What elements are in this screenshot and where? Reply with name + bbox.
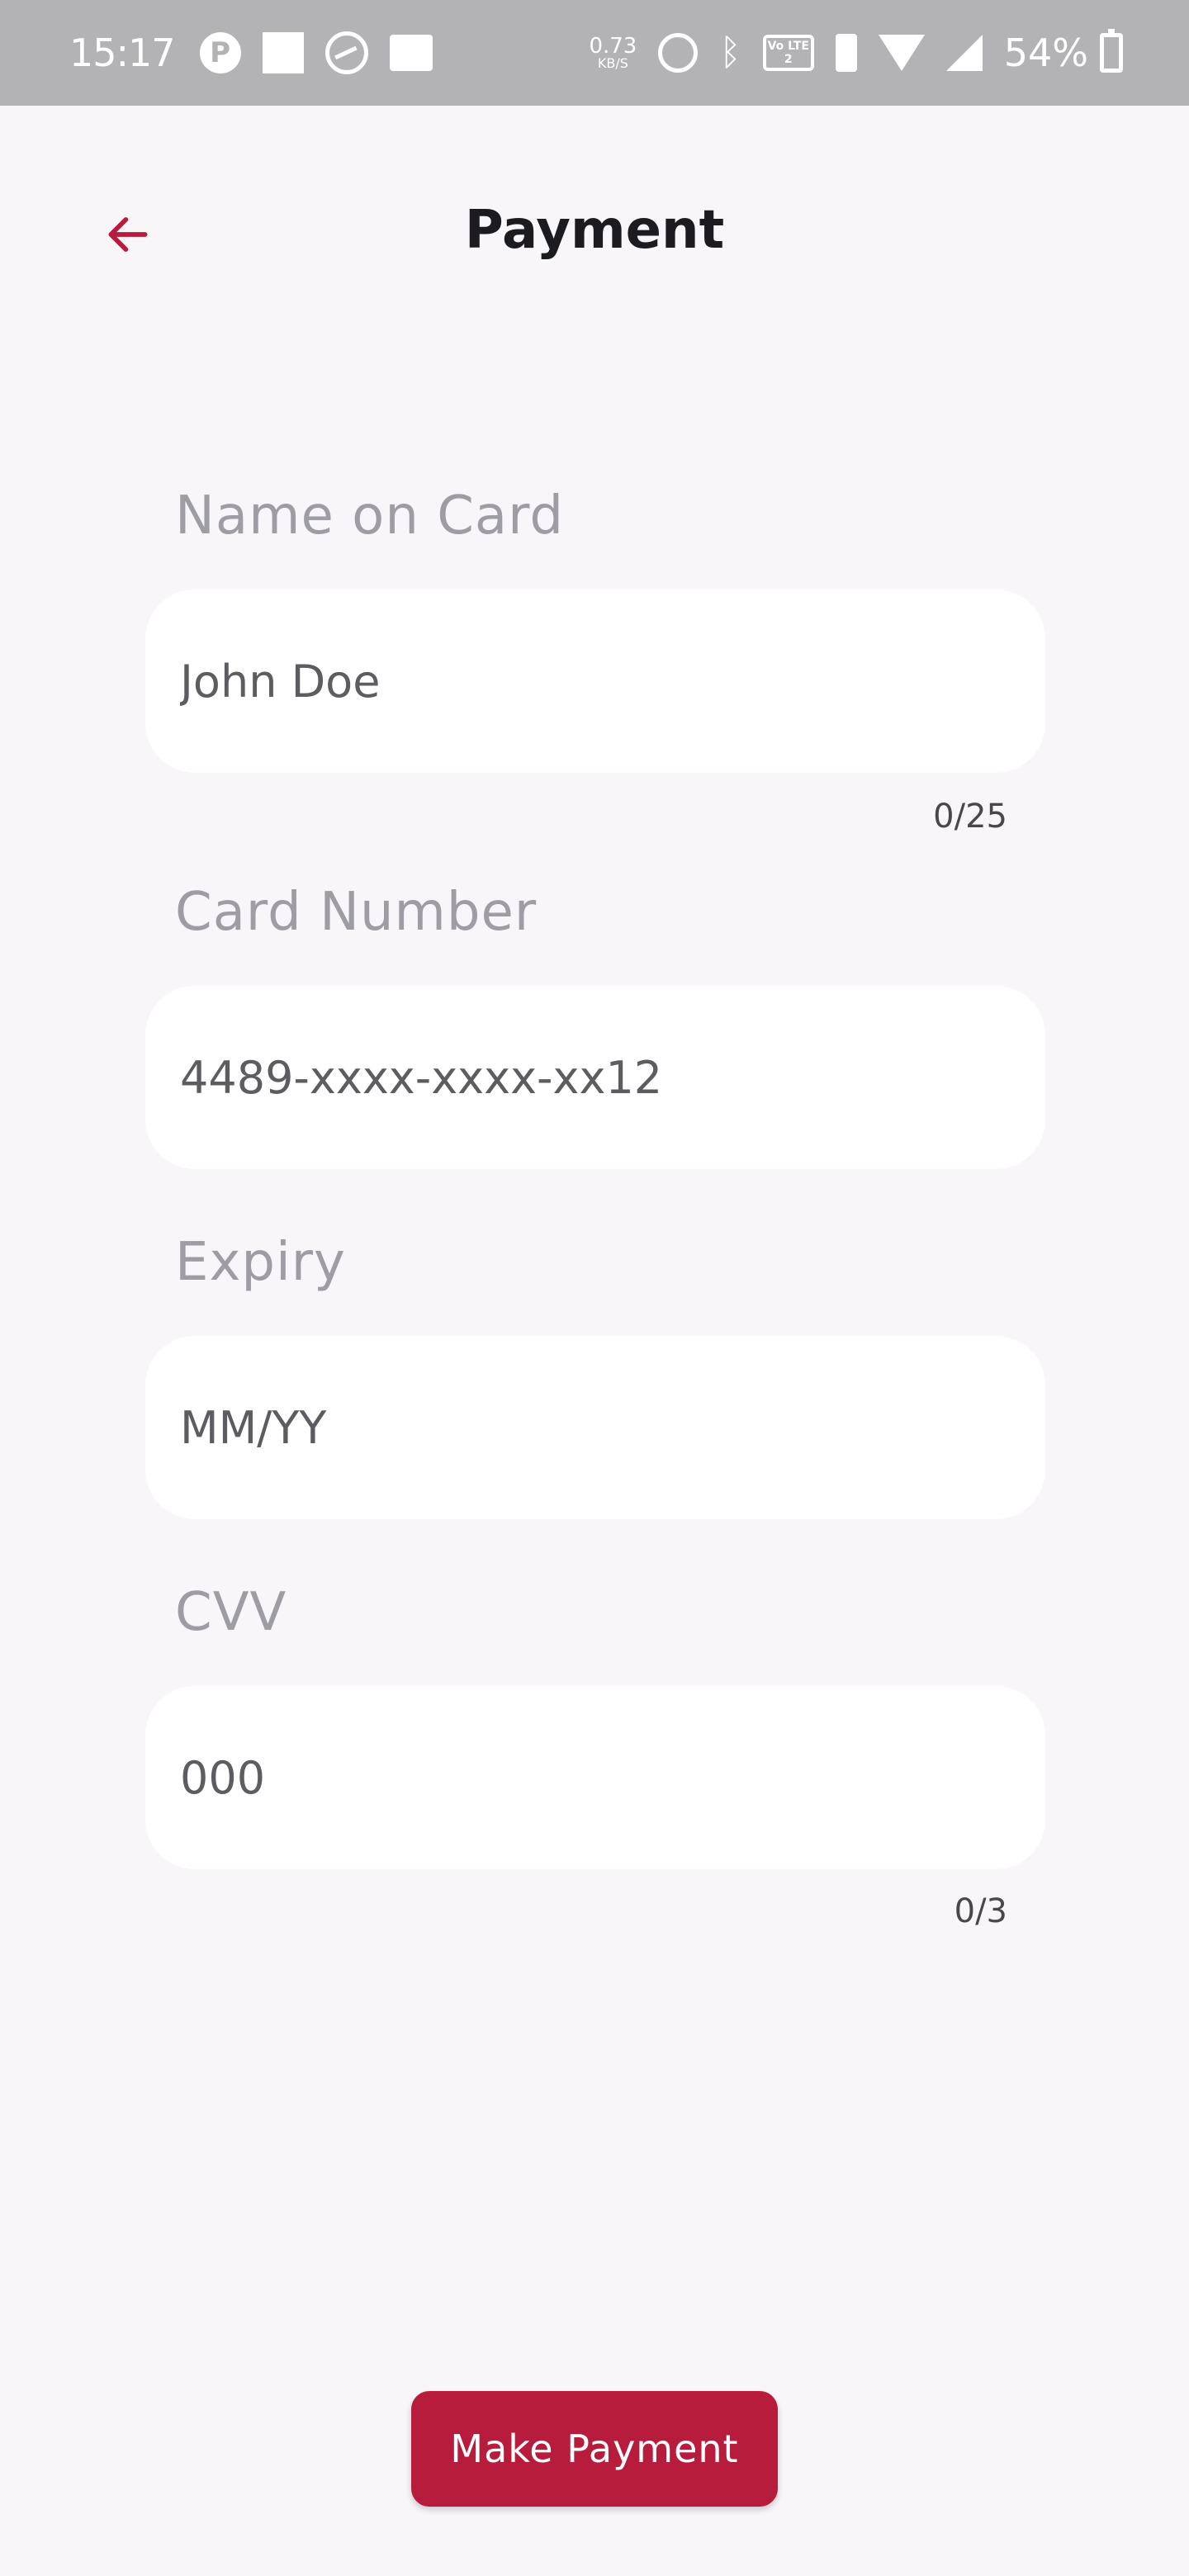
expiry-input[interactable]: [145, 1336, 1045, 1519]
expiry-label: Expiry: [175, 1232, 346, 1293]
name-on-card-label: Name on Card: [175, 485, 564, 547]
card-number-label: Card Number: [175, 882, 538, 943]
cvv-label: CVV: [175, 1582, 287, 1643]
net-speed: 0.73 KB/S: [589, 36, 637, 70]
app-notification-icon: P: [199, 32, 241, 73]
status-bar: 15:17 P 0.73 KB/S ᛒ Vo LTE 2 54%: [0, 0, 1189, 106]
make-payment-button[interactable]: Make Payment: [411, 2391, 778, 2507]
status-time: 15:17: [69, 31, 176, 75]
bluetooth-icon: ᛒ: [719, 31, 741, 73]
status-bar-right: 0.73 KB/S ᛒ Vo LTE 2 54%: [589, 29, 1123, 75]
name-on-card-input[interactable]: [145, 590, 1045, 773]
alarm-icon: [658, 33, 699, 73]
volte-icon: Vo LTE 2: [762, 35, 814, 71]
wifi-icon: [878, 35, 925, 71]
status-bar-left: 15:17 P: [69, 31, 454, 75]
card-number-input[interactable]: [145, 986, 1045, 1169]
name-char-counter: 0/25: [933, 798, 1007, 836]
vibrate-icon: [835, 34, 857, 72]
battery-percent: 54%: [1003, 31, 1088, 75]
chart-icon: [324, 31, 368, 74]
page-title: Payment: [464, 200, 725, 261]
battery-icon: [1100, 29, 1123, 73]
net-speed-unit: KB/S: [597, 55, 628, 71]
square-icon: [262, 32, 304, 73]
cvv-input[interactable]: [145, 1686, 1045, 1869]
signal-icon: [945, 35, 983, 71]
net-speed-value: 0.73: [589, 34, 637, 59]
cvv-char-counter: 0/3: [954, 1892, 1007, 1930]
device-icon: [389, 35, 433, 71]
